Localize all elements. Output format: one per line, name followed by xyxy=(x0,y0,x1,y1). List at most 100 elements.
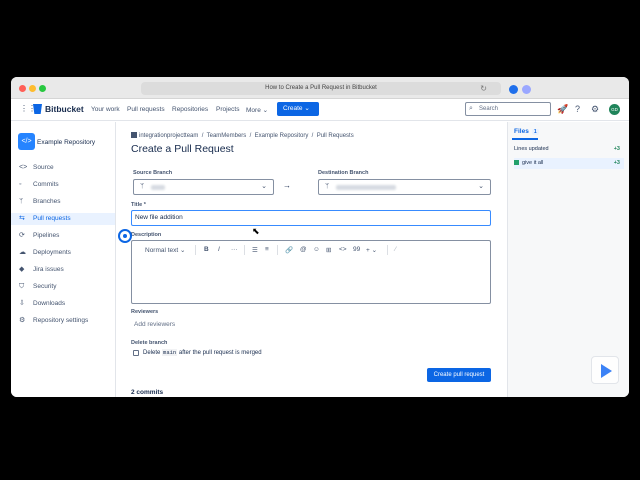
description-label: Description xyxy=(131,232,162,238)
notification-icon[interactable]: 🚀 xyxy=(557,104,568,115)
commits-count[interactable]: 2 commits xyxy=(131,389,163,396)
text-style-dropdown[interactable]: Normal text ⌄ xyxy=(145,246,186,254)
breadcrumb-pull-requests[interactable]: Pull Requests xyxy=(317,133,354,139)
sidebar-item-label: Source xyxy=(33,164,54,171)
address-bar[interactable]: How to Create a Pull Request in Bitbucke… xyxy=(141,82,501,95)
sidebar-item-repository-settings[interactable]: ⚙ Repository settings xyxy=(11,315,115,327)
maximize-dot[interactable] xyxy=(39,85,46,92)
nav-repositories[interactable]: Repositories xyxy=(172,106,208,113)
quote-icon[interactable]: 99 xyxy=(353,246,360,253)
slash-command-icon[interactable]: ⁄ xyxy=(395,246,396,253)
branch-name-code: main xyxy=(162,349,178,356)
branch-icon: ᛘ xyxy=(325,183,330,190)
close-dot[interactable] xyxy=(19,85,26,92)
profile-icon[interactable] xyxy=(522,85,531,94)
chevron-down-icon: ⌄ xyxy=(262,107,269,114)
description-editor[interactable]: Normal text ⌄ B I ··· ☰ ≡ 🔗 @ ☺ ⊞ <> 99 … xyxy=(131,240,491,304)
file-row[interactable]: give it all +3 xyxy=(514,158,624,169)
table-icon[interactable]: ⊞ xyxy=(326,246,331,254)
insert-dropdown[interactable]: + ⌄ xyxy=(366,246,377,254)
sidebar-item-branches[interactable]: ᛘ Branches xyxy=(11,196,115,208)
toolbar-divider xyxy=(277,245,278,255)
destination-branch-value-redacted xyxy=(336,185,396,190)
search-icon: ⌕ xyxy=(469,105,473,112)
bitbucket-logo-icon[interactable] xyxy=(33,104,42,114)
chevron-down-icon: ⌄ xyxy=(371,247,378,254)
help-icon[interactable]: ? xyxy=(575,104,580,114)
toolbar-divider xyxy=(244,245,245,255)
files-tab-label: Files xyxy=(514,128,529,135)
chevron-down-icon: ⌄ xyxy=(180,247,186,254)
main-content: integrationprojectteam / TeamMembers / E… xyxy=(116,122,506,397)
file-added-icon xyxy=(514,159,519,165)
chevron-down-icon: ⌄ xyxy=(304,105,310,112)
create-button[interactable]: Create ⌄ xyxy=(277,102,319,116)
delete-branch-checkbox[interactable] xyxy=(133,350,139,356)
file-name: give it all xyxy=(522,160,544,166)
emoji-icon[interactable]: ☺ xyxy=(313,246,320,253)
breadcrumb: integrationprojectteam / TeamMembers / E… xyxy=(131,132,354,139)
destination-branch-select[interactable]: ᛘ ⌄ xyxy=(318,179,491,195)
workspace-icon xyxy=(131,132,137,138)
breadcrumb-project[interactable]: TeamMembers xyxy=(207,133,247,139)
branch-icon: ᛘ xyxy=(140,183,145,190)
reviewers-input[interactable]: Add reviewers xyxy=(131,317,491,332)
sidebar-item-label: Deployments xyxy=(33,249,71,256)
breadcrumb-repository[interactable]: Example Repository xyxy=(255,133,309,139)
reload-icon[interactable]: ↻ xyxy=(480,82,487,95)
sidebar-item-label: Pipelines xyxy=(33,232,60,239)
link-icon[interactable]: 🔗 xyxy=(285,246,293,254)
more-formatting-icon[interactable]: ··· xyxy=(231,246,238,253)
sidebar-item-deployments[interactable]: ☁ Deployments xyxy=(11,247,115,259)
code-icon: <> xyxy=(19,164,28,171)
source-branch-select[interactable]: ᛘ ⌄ xyxy=(133,179,274,195)
search-input[interactable]: ⌕ Search xyxy=(465,102,551,116)
bold-icon[interactable]: B xyxy=(204,246,209,253)
title-input[interactable]: New file addition xyxy=(131,210,491,226)
create-pull-request-button[interactable]: Create pull request xyxy=(427,368,491,382)
bullet-list-icon[interactable]: ☰ xyxy=(252,246,258,254)
repository-avatar-icon[interactable]: </> xyxy=(18,133,35,150)
breadcrumb-workspace[interactable]: integrationprojectteam xyxy=(139,133,198,139)
gear-icon: ⚙ xyxy=(19,317,26,324)
tab-files[interactable]: Files 1 xyxy=(514,128,539,135)
toolbar-divider xyxy=(387,245,388,255)
sidebar-item-pull-requests[interactable]: ⇆ Pull requests xyxy=(11,213,115,225)
repository-name[interactable]: Example Repository xyxy=(37,139,95,146)
chevron-down-icon: ⌄ xyxy=(478,183,484,190)
code-icon[interactable]: <> xyxy=(339,246,347,253)
page-title: Create a Pull Request xyxy=(131,143,234,155)
editor-toolbar: Normal text ⌄ B I ··· ☰ ≡ 🔗 @ ☺ ⊞ <> 99 … xyxy=(132,241,490,259)
commit-icon: ◦ xyxy=(19,181,22,188)
avatar[interactable]: GD xyxy=(609,104,620,115)
deployment-icon: ☁ xyxy=(19,249,26,256)
chevron-down-icon: ⌄ xyxy=(261,183,267,190)
minimize-dot[interactable] xyxy=(29,85,36,92)
shield-icon: ⛉ xyxy=(19,283,25,290)
nav-more[interactable]: More ⌄ xyxy=(246,106,268,114)
browser-window: How to Create a Pull Request in Bitbucke… xyxy=(11,77,629,397)
nav-projects[interactable]: Projects xyxy=(216,106,239,113)
nav-your-work[interactable]: Your work xyxy=(91,106,120,113)
italic-icon[interactable]: I xyxy=(218,246,220,253)
brand-name[interactable]: Bitbucket xyxy=(45,104,84,114)
sidebar-item-source[interactable]: <> Source xyxy=(11,162,115,174)
play-icon[interactable] xyxy=(591,356,619,384)
settings-icon[interactable]: ⚙ xyxy=(591,104,599,115)
sidebar-item-label: Pull requests xyxy=(33,215,71,222)
nav-pull-requests[interactable]: Pull requests xyxy=(127,106,165,113)
extension-icon[interactable] xyxy=(509,85,518,94)
sidebar-item-jira-issues[interactable]: ◆ Jira issues xyxy=(11,264,115,276)
sidebar-item-downloads[interactable]: ⇩ Downloads xyxy=(11,298,115,310)
sidebar-item-commits[interactable]: ◦ Commits xyxy=(11,179,115,191)
numbered-list-icon[interactable]: ≡ xyxy=(265,246,269,253)
app-switcher-icon[interactable]: ⋮⋮ xyxy=(20,105,36,113)
mouse-cursor-icon: ⬉ xyxy=(252,226,260,236)
top-navigation: ⋮⋮ Bitbucket Your work Pull requests Rep… xyxy=(11,99,629,121)
branch-icon: ᛘ xyxy=(19,198,24,205)
mention-icon[interactable]: @ xyxy=(300,246,307,253)
sidebar-item-security[interactable]: ⛉ Security xyxy=(11,281,115,293)
title-label: Title * xyxy=(131,202,146,208)
sidebar-item-pipelines[interactable]: ⟳ Pipelines xyxy=(11,230,115,242)
delete-branch-text: Delete main after the pull request is me… xyxy=(143,349,262,356)
